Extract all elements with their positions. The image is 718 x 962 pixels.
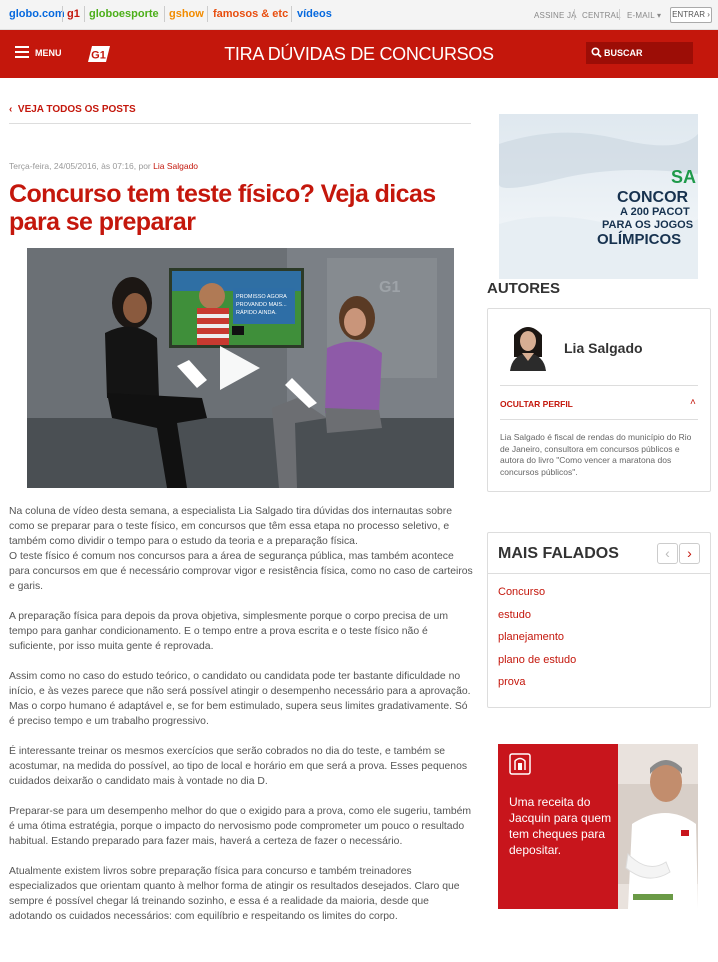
article-paragraph: É interessante treinar os mesmos exercíc…	[9, 746, 468, 787]
prev-button[interactable]: ‹	[657, 543, 678, 564]
divider	[9, 123, 471, 124]
article-body: Na coluna de vídeo desta semana, a espec…	[9, 504, 475, 939]
article-paragraph: A preparação física para depois da prova…	[9, 611, 448, 652]
sidebar-ad-bottom[interactable]: Uma receita do Jacquin para quem tem che…	[498, 744, 698, 909]
ad-bottom-text: Uma receita do Jacquin para quem tem che…	[509, 795, 612, 857]
assine-link[interactable]: ASSINE JÁ	[534, 11, 577, 20]
hide-profile-toggle[interactable]: OCULTAR PERFIL	[500, 399, 573, 409]
most-talked-item[interactable]: prova	[498, 675, 576, 698]
article-paragraph: Assim como no caso do estudo teórico, o …	[9, 671, 471, 727]
chevron-right-icon: ›	[687, 545, 692, 561]
post-meta: Terça-feira, 24/05/2016, às 07:16, por L…	[9, 161, 198, 171]
svg-text:SA: SA	[671, 167, 696, 187]
bar-divider	[291, 6, 292, 22]
most-talked-item[interactable]: planejamento	[498, 630, 576, 653]
author-name[interactable]: Lia Salgado	[564, 340, 643, 356]
email-label: E-MAIL	[627, 11, 655, 20]
article-paragraph: Na coluna de vídeo desta semana, a espec…	[9, 506, 473, 592]
login-button[interactable]: ENTRAR ›	[670, 7, 712, 23]
author-card: Lia Salgado OCULTAR PERFIL ˄ Lia Salgado…	[487, 308, 711, 492]
ad-top-graphic: SA CONCOR A 200 PACOT PARA OS JOGOS OLÍM…	[499, 114, 698, 279]
most-talked-item[interactable]: Concurso	[498, 585, 576, 608]
chevron-down-icon: ▾	[657, 11, 662, 20]
globo-link[interactable]: globo.com	[9, 8, 65, 20]
next-button[interactable]: ›	[679, 543, 700, 564]
videos-link[interactable]: vídeos	[297, 8, 332, 20]
back-label: VEJA TODOS OS POSTS	[17, 104, 136, 115]
login-label: ENTRAR	[672, 10, 705, 19]
svg-text:PARA OS JOGOS: PARA OS JOGOS	[602, 219, 693, 231]
author-avatar[interactable]	[504, 321, 552, 371]
author-bio: Lia Salgado é fiscal de rendas do municí…	[500, 432, 692, 477]
svg-text:A 200 PACOT: A 200 PACOT	[620, 206, 690, 218]
authors-heading: AUTORES	[487, 280, 561, 297]
article-paragraph: Atualmente existem livros sobre preparaç…	[9, 866, 460, 922]
bar-divider	[574, 9, 575, 20]
most-talked-item[interactable]: estudo	[498, 608, 576, 631]
most-talked-item[interactable]: plano de estudo	[498, 653, 576, 676]
most-talked-title: MAIS FALADOS	[498, 545, 619, 562]
most-talked-list: Concurso estudo planejamento plano de es…	[498, 585, 576, 698]
chevron-left-icon: ‹	[9, 104, 13, 115]
svg-text:PROVANDO MAIS...: PROVANDO MAIS...	[236, 302, 287, 308]
divider	[488, 573, 710, 574]
svg-text:PROMISSO AGORA: PROMISSO AGORA	[236, 294, 287, 300]
globoesporte-link[interactable]: globoesporte	[89, 8, 159, 20]
site-header: MENU G1 TIRA DÚVIDAS DE CONCURSOS BUSCAR	[0, 30, 718, 78]
search-icon	[591, 47, 602, 58]
g1-link[interactable]: g1	[67, 8, 80, 20]
post-author-link[interactable]: Lia Salgado	[153, 161, 198, 171]
bar-divider	[62, 6, 63, 22]
chevron-down-icon: ›	[707, 10, 710, 19]
search-button[interactable]: BUSCAR	[586, 42, 693, 64]
globo-top-bar: globo.com g1 globoesporte gshow famosos …	[0, 0, 718, 30]
email-link[interactable]: E-MAIL ▾	[627, 11, 661, 20]
toggle-label: OCULTAR PERFIL	[500, 399, 573, 409]
post-date: Terça-feira, 24/05/2016, às 07:16, por	[9, 161, 154, 171]
bar-divider	[619, 9, 620, 20]
svg-text:RÁPIDO AINDA.: RÁPIDO AINDA.	[236, 309, 277, 316]
sidebar-ad-top[interactable]: SA CONCOR A 200 PACOT PARA OS JOGOS OLÍM…	[499, 114, 698, 279]
bar-divider	[164, 6, 165, 22]
central-link[interactable]: CENTRAL	[582, 11, 621, 20]
bar-divider	[84, 6, 85, 22]
famosos-link[interactable]: famosos & etc	[213, 8, 288, 20]
article-paragraph: Preparar-se para um desempenho melhor do…	[9, 806, 472, 847]
chevron-up-icon[interactable]: ˄	[690, 397, 696, 408]
svg-text:OLÍMPICOS: OLÍMPICOS	[597, 231, 681, 248]
svg-text:G1: G1	[379, 279, 400, 296]
post-headline: Concurso tem teste físico? Veja dicas pa…	[9, 180, 436, 236]
gshow-link[interactable]: gshow	[169, 8, 204, 20]
most-talked-box: MAIS FALADOS ‹ › Concurso estudo planeja…	[487, 532, 711, 708]
divider	[500, 419, 698, 420]
play-icon[interactable]	[218, 346, 260, 390]
svg-text:CONCOR: CONCOR	[617, 189, 689, 206]
back-to-posts-link[interactable]: ‹ VEJA TODOS OS POSTS	[9, 104, 136, 115]
bar-divider	[207, 6, 208, 22]
divider	[500, 385, 698, 386]
chevron-left-icon: ‹	[665, 545, 670, 561]
search-label: BUSCAR	[604, 48, 643, 58]
